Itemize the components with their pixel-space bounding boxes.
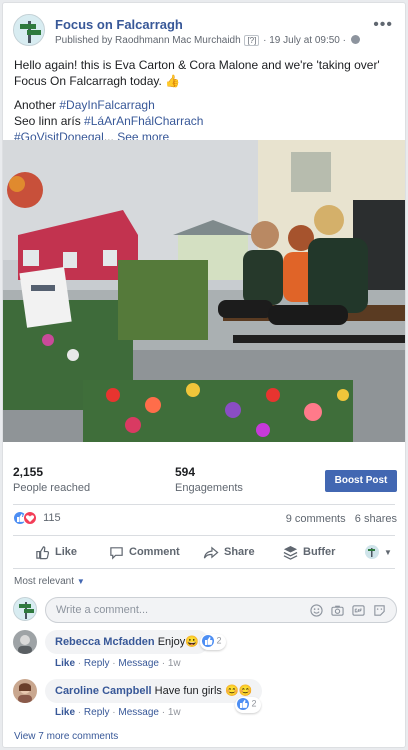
post-card: Focus on Falcarragh Published by Raodhma… [2, 2, 406, 748]
post-time[interactable]: · 19 July at 09:50 · [263, 35, 346, 46]
comment-label: Comment [129, 546, 180, 558]
engagements-label: Engagements [175, 482, 243, 494]
comment-placeholder: Write a comment... [56, 604, 149, 616]
comment-bubble: Rebecca Mcfadden Enjoy😀 [45, 630, 209, 654]
chevron-down-icon: ▼ [384, 548, 392, 557]
comment-reply-link[interactable]: Reply [84, 707, 110, 718]
comment-author-link[interactable]: Caroline Campbell [55, 685, 152, 697]
buffer-label: Buffer [303, 546, 336, 558]
help-badge[interactable]: [?] [244, 35, 260, 46]
comment-bubble: Caroline Campbell Have fun girls 😊😊 [45, 679, 263, 703]
share-icon [203, 546, 219, 559]
post-text: Hello again! this is Eva Carton & Cora M… [14, 57, 394, 145]
buffer-icon [283, 545, 298, 560]
people-reached-label: People reached [13, 482, 91, 494]
engagements: 594 Engagements [175, 465, 243, 494]
globe-icon [350, 35, 360, 44]
comment-like-link[interactable]: Like [55, 707, 75, 718]
hashtag-dayinfalcarragh[interactable]: #DayInFalcarragh [59, 98, 154, 112]
comment-message-link[interactable]: Message [118, 707, 159, 718]
reaction-count[interactable]: 115 [43, 512, 61, 524]
chevron-down-icon: ▼ [76, 577, 85, 586]
thumbs-up-icon [36, 545, 50, 559]
camera-icon[interactable] [331, 604, 344, 617]
page-name-link[interactable]: Focus on Falcarragh [55, 17, 183, 32]
comment-input[interactable]: Write a comment... [45, 597, 397, 623]
love-reaction-icon[interactable] [23, 511, 37, 525]
gif-icon[interactable] [352, 604, 365, 617]
comment-meta: Like · Reply · Message · 1w [55, 707, 181, 718]
divider [13, 504, 395, 505]
post-as-selector[interactable]: ▼ [365, 539, 392, 565]
buffer-button[interactable]: Buffer [283, 539, 335, 565]
sticker-icon[interactable] [373, 604, 386, 617]
sort-label: Most relevant [14, 576, 75, 587]
share-button[interactable]: Share [203, 539, 255, 565]
engagements-count: 594 [175, 465, 196, 479]
people-reached-count: 2,155 [13, 465, 44, 479]
like-reaction-icon [237, 698, 249, 710]
comment-text: Enjoy😀 [157, 636, 199, 648]
commenter-avatar[interactable] [13, 679, 37, 703]
shares-count-link[interactable]: 6 shares [355, 513, 397, 525]
reactions-bar: 115 9 comments 6 shares [13, 511, 397, 529]
divider [13, 535, 395, 536]
publisher-text: Published by Raodhmann Mac Murchaidh [55, 35, 241, 46]
page-avatar[interactable] [13, 14, 45, 46]
post-photo[interactable] [3, 140, 405, 442]
post-header: Focus on Falcarragh Published by Raodhma… [13, 14, 395, 50]
more-icon[interactable]: ••• [373, 16, 393, 34]
post-insights: 2,155 People reached 594 Engagements Boo… [13, 465, 397, 499]
comment-reaction-count: 2 [251, 698, 257, 709]
comment-icon [110, 546, 123, 560]
comment-meta: Like · Reply · Message · 1w [55, 658, 181, 669]
post-line-2: Another #DayInFalcarragh [14, 98, 155, 112]
post-line-1: Hello again! this is Eva Carton & Cora M… [14, 58, 380, 88]
divider [13, 568, 395, 569]
comment-reply-link[interactable]: Reply [84, 658, 110, 669]
like-reaction-icon [202, 635, 214, 647]
share-label: Share [224, 546, 255, 558]
comment-reactions-badge[interactable]: 2 [235, 697, 261, 713]
comment-time[interactable]: 1w [168, 658, 181, 669]
people-reached: 2,155 People reached [13, 465, 90, 494]
page-avatar-small-icon [365, 545, 379, 560]
view-more-comments-link[interactable]: View 7 more comments [14, 731, 118, 742]
comment-share-counts: 9 comments 6 shares [286, 513, 397, 525]
action-bar: Like Comment Share Buffer ▼ [13, 539, 397, 565]
comment-text: Have fun girls 😊😊 [154, 685, 253, 697]
comment-composer: Write a comment... [13, 597, 397, 623]
comment-like-link[interactable]: Like [55, 658, 75, 669]
like-label: Like [55, 546, 78, 558]
comment-author-link[interactable]: Rebecca Mcfadden [55, 636, 155, 648]
comment-button[interactable]: Comment [109, 539, 180, 565]
like-button[interactable]: Like [35, 539, 77, 565]
emoji-icon[interactable] [310, 604, 323, 617]
commenter-avatar[interactable] [13, 630, 37, 654]
comment-message-link[interactable]: Message [118, 658, 159, 669]
hashtag-laaranfhalcharrach[interactable]: #LáArAnFhálCharrach [84, 114, 203, 128]
post-meta: Published by Raodhmann Mac Murchaidh [?]… [55, 35, 360, 46]
comment-reaction-count: 2 [216, 635, 222, 646]
boost-post-button[interactable]: Boost Post [325, 470, 397, 492]
post-line-3: Seo linn arís #LáArAnFhálCharrach [14, 114, 204, 128]
comment-time[interactable]: 1w [168, 707, 181, 718]
comment-reactions-badge[interactable]: 2 [200, 634, 226, 650]
comments-count-link[interactable]: 9 comments [286, 513, 346, 525]
comment-sort-dropdown[interactable]: Most relevant ▼ [14, 576, 85, 587]
composer-icons [305, 604, 386, 617]
commenter-avatar [13, 597, 37, 621]
